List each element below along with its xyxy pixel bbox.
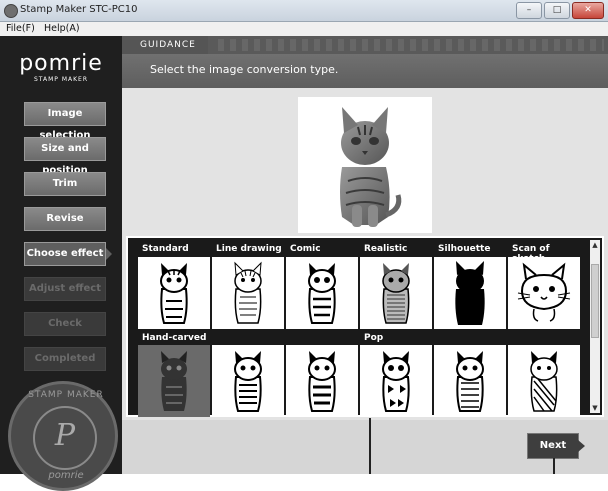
cat-silhouette-icon [455, 261, 485, 325]
effect-cell-hand-carved[interactable] [138, 345, 210, 417]
effect-cell-row2-3[interactable] [286, 345, 358, 417]
cat-effect-icon [530, 351, 558, 412]
stamp-badge-top-text: STAMP MAKER [28, 390, 104, 400]
sidebar-item-check: Check [24, 312, 106, 336]
effect-label-silhouette: Silhouette [438, 244, 491, 254]
stamp-badge-bottom-text: pomrie [48, 470, 84, 481]
next-button[interactable]: Next [527, 433, 579, 459]
stamp-badge-letter: P [54, 418, 76, 453]
menu-file[interactable]: File(F) [6, 23, 35, 34]
effects-grid: Standard Line drawing Comic Realistic Si… [126, 236, 604, 417]
callout-line-grid [369, 418, 371, 474]
effect-cell-row2-6[interactable] [508, 345, 580, 417]
cat-sketch-icon [517, 262, 571, 322]
logo-sub: STAMP MAKER [34, 76, 88, 83]
sidebar-item-size-and-position[interactable]: Size and position [24, 137, 106, 176]
effect-label-standard: Standard [142, 244, 189, 254]
effect-cell-standard[interactable] [138, 257, 210, 329]
scroll-up-arrow-icon[interactable]: ▲ [590, 240, 600, 250]
active-indicator-arrow [106, 248, 112, 260]
effect-cell-silhouette[interactable] [434, 257, 506, 329]
effect-cell-row2-2[interactable] [212, 345, 284, 417]
sidebar-item-revise[interactable]: Revise [24, 207, 106, 231]
cat-realistic-icon [382, 263, 410, 324]
effect-cell-pop[interactable] [360, 345, 432, 417]
effect-label-pop: Pop [364, 333, 384, 343]
cat-comic-icon [308, 263, 336, 324]
sidebar-item-image-selection[interactable]: Image selection [24, 102, 106, 141]
cat-pop-icon [382, 351, 410, 412]
sidebar-item-choose-effect[interactable]: Choose effect [24, 242, 106, 266]
cat-effect-icon [234, 351, 262, 412]
effect-cell-scan-of-sketch[interactable] [508, 257, 580, 329]
effect-label-comic: Comic [290, 244, 321, 254]
next-arrow-icon [578, 440, 585, 452]
menu-help[interactable]: Help(A) [44, 23, 80, 34]
cat-standard-icon [160, 263, 188, 324]
cat-hand-carved-icon [161, 351, 187, 411]
preview-cat-image [340, 107, 402, 227]
preview-image [298, 97, 432, 233]
effects-row2-labels: Hand-carved Pop [130, 333, 578, 345]
guidance-text: Select the image conversion type. [150, 63, 339, 76]
effect-label-realistic: Realistic [364, 244, 408, 254]
sidebar-item-trim[interactable]: Trim [24, 172, 106, 196]
callout-line-next [553, 458, 555, 474]
close-button[interactable]: ✕ [572, 2, 604, 19]
logo-main: pomrie [19, 51, 103, 76]
sidebar: pomrie STAMP MAKER Image selection Size … [0, 36, 122, 491]
cat-line-drawing-icon [234, 261, 262, 324]
app-icon [4, 4, 18, 18]
effect-label-line-drawing: Line drawing [216, 244, 282, 254]
maximize-button[interactable]: □ [544, 2, 570, 19]
effect-cell-realistic[interactable] [360, 257, 432, 329]
menu-bar: File(F) Help(A) [0, 22, 608, 36]
effect-cell-comic[interactable] [286, 257, 358, 329]
effects-row1-labels: Standard Line drawing Comic Realistic Si… [130, 244, 578, 264]
logo: pomrie STAMP MAKER [0, 51, 122, 84]
scroll-down-arrow-icon[interactable]: ▼ [590, 403, 600, 413]
guidance-pattern [218, 39, 604, 51]
minimize-button[interactable]: – [516, 2, 542, 19]
cat-effect-icon [456, 351, 484, 412]
stamp-badge-inner-ring: P [33, 406, 97, 470]
window-title: Stamp Maker STC-PC10 [20, 4, 138, 15]
sidebar-item-completed: Completed [24, 347, 106, 371]
guidance-tab: GUIDANCE [122, 36, 208, 54]
title-bar: Stamp Maker STC-PC10 – □ ✕ [0, 0, 608, 22]
guidance-band: GUIDANCE [122, 36, 608, 54]
effect-label-hand-carved: Hand-carved [142, 333, 207, 343]
effect-cell-line-drawing[interactable] [212, 257, 284, 329]
scroll-thumb[interactable] [591, 264, 599, 338]
cat-effect-icon [308, 351, 336, 412]
stamp-badge: STAMP MAKER P pomrie [8, 381, 118, 491]
guidance-header: GUIDANCE Select the image conversion typ… [122, 36, 608, 88]
effect-cell-row2-5[interactable] [434, 345, 506, 417]
effects-scrollbar[interactable]: ▲ ▼ [590, 240, 600, 413]
sidebar-item-adjust-effect: Adjust effect [24, 277, 106, 301]
